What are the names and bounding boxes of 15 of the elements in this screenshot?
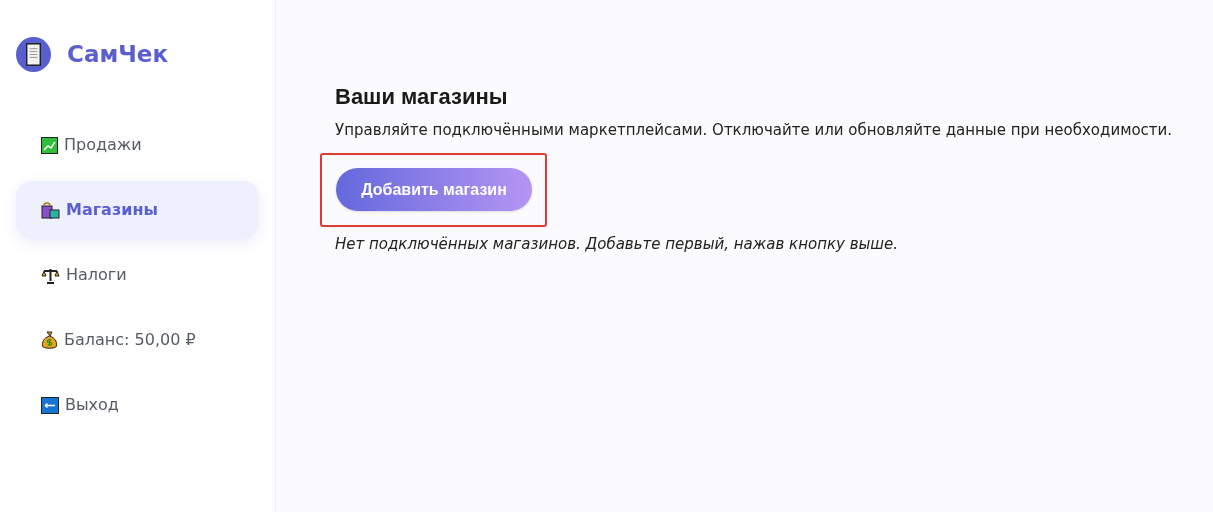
shopping-bags-icon [41, 201, 60, 219]
empty-state-message: Нет подключённых магазинов. Добавьте первый, нажав кнопку выше. [335, 233, 900, 255]
scales-icon [41, 266, 60, 284]
add-store-button[interactable]: Добавить магазин [336, 168, 532, 211]
page-title: Ваши магазины [335, 83, 509, 111]
nav-item[interactable]: Продажи [16, 116, 259, 174]
scroll-logo-icon [16, 37, 51, 72]
page-description: Управляйте подключёнными маркетплейсами. Отключайте или обновляйте данные при необходимости. [335, 120, 1174, 141]
nav-item[interactable]: Магазины [16, 181, 259, 239]
nav-item[interactable]: Баланс: 50,00 ₽ [16, 311, 259, 369]
money-bag-icon [41, 330, 58, 350]
nav-item[interactable]: Выход [16, 376, 259, 434]
app-logo-text: СамЧек [67, 40, 168, 70]
nav-item[interactable]: Налоги [16, 246, 259, 304]
chart-icon [41, 136, 58, 154]
